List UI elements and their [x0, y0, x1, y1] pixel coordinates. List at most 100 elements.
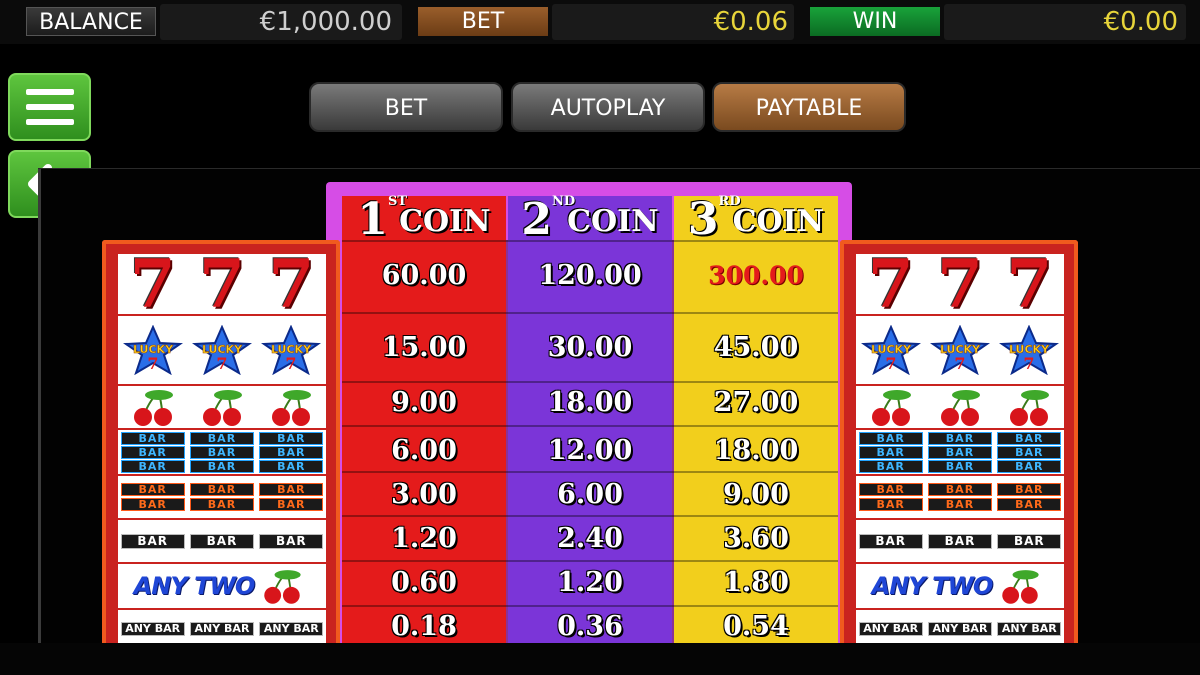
triple-bar-icon: BAR BAR BAR — [259, 431, 324, 473]
tab-paytable[interactable]: PAYTABLE — [712, 82, 906, 132]
payout-cell: 3.60 — [723, 522, 789, 554]
double-bar-icon: BAR BAR — [858, 483, 923, 511]
single-bar-symbol: BAR BAR BAR — [118, 520, 326, 564]
single-bar-icon: BAR — [259, 533, 324, 549]
cherry-icon — [940, 390, 980, 426]
header-coin2: 2 ND COIN — [508, 194, 672, 242]
double-bar-icon: BAR BAR — [120, 483, 185, 511]
svg-text:7: 7 — [216, 354, 227, 373]
payout-cell: 0.54 — [723, 610, 789, 642]
payout-cell: 1.80 — [723, 566, 789, 598]
payout-cell: 15.00 — [381, 331, 467, 363]
any-two-cherries-symbol: ANY TWO — [118, 564, 326, 610]
double-bar-icon: BAR BAR — [997, 483, 1062, 511]
payout-cell: 30.00 — [547, 331, 633, 363]
header-coin1-word: COIN — [399, 204, 491, 239]
lucky-star-icon: LUCKY 7 — [122, 325, 184, 375]
any-bar-icon: ANY BAR — [189, 622, 254, 636]
seven-icon: 7 — [867, 245, 914, 323]
any-two-label: ANY TWO — [133, 572, 256, 600]
triple-seven-symbol: 7 7 7 — [118, 245, 326, 323]
double-bar-icon: BAR BAR — [259, 483, 324, 511]
payout-cell: 0.60 — [391, 566, 457, 598]
bottom-strip — [0, 643, 1200, 675]
any-two-label: ANY TWO — [871, 572, 994, 600]
lucky-star-icon: LUCKY 7 — [998, 325, 1060, 375]
single-bar-icon: BAR — [120, 533, 185, 549]
lucky-seven-symbol: LUCKY 7 LUCKY 7 LUCKY 7 — [118, 316, 326, 386]
any-bar-icon: ANY BAR — [997, 622, 1062, 636]
cherry-icon — [202, 390, 242, 426]
double-bar-icon: BAR BAR — [927, 483, 992, 511]
lucky-star-icon: LUCKY 7 — [191, 325, 253, 375]
payout-cell: 60.00 — [381, 259, 467, 291]
svg-text:7: 7 — [885, 354, 896, 373]
header-coin1: 1 ST COIN — [342, 194, 506, 242]
tab-bet[interactable]: BET — [309, 82, 503, 132]
single-bar-icon: BAR — [189, 533, 254, 549]
lucky-star-icon: LUCKY 7 — [860, 325, 922, 375]
payout-cell: 3.00 — [391, 478, 457, 510]
payout-cell: 0.36 — [557, 610, 623, 642]
payout-cell: 12.00 — [547, 434, 633, 466]
payout-cell: 1.20 — [557, 566, 623, 598]
grid-line — [342, 515, 838, 517]
win-label: WIN — [810, 7, 940, 36]
cherry-icon — [272, 390, 312, 426]
seven-icon: 7 — [199, 245, 245, 323]
header-coin3: 3 RD COIN — [674, 194, 838, 245]
lucky-seven-symbol: LUCKY 7 LUCKY 7 LUCKY 7 — [856, 316, 1064, 386]
cherry-icon — [1002, 570, 1039, 604]
svg-text:7: 7 — [954, 354, 965, 373]
header-coin3-num: 3 — [687, 194, 719, 245]
grid-line — [342, 425, 838, 427]
top-bar: BALANCE €1,000.00 BET €0.06 WIN €0.00 — [0, 0, 1200, 44]
cherry-icon — [264, 570, 301, 604]
triple-bar-symbol: BAR BAR BAR BAR BAR BAR BAR BAR BAR — [118, 430, 326, 476]
lucky-star-icon: LUCKY 7 — [260, 325, 322, 375]
win-value: €0.00 — [944, 4, 1186, 40]
double-bar-icon: BAR BAR — [189, 483, 254, 511]
payout-cell: 2.40 — [557, 522, 623, 554]
scroll-edge — [38, 169, 41, 644]
seven-icon: 7 — [129, 245, 176, 323]
payout-cell: 300.00 — [708, 260, 804, 290]
seven-icon: 7 — [937, 245, 983, 323]
grid-line — [342, 312, 838, 314]
payout-cell: 6.00 — [391, 434, 457, 466]
double-bar-symbol: BAR BAR BAR BAR BAR BAR — [856, 476, 1064, 520]
triple-seven-symbol: 7 7 7 — [856, 245, 1064, 323]
triple-bar-icon: BAR BAR BAR — [927, 431, 992, 473]
header-coin3-word: COIN — [732, 204, 825, 239]
payout-cell: 120.00 — [538, 259, 642, 291]
symbol-column-right: 7 7 7 LUCKY 7 LUCKY 7 LUCKY 7 BAR BAR BAR BAR… — [840, 240, 1078, 650]
svg-text:7: 7 — [1024, 354, 1035, 373]
bet-value: €0.06 — [552, 4, 794, 40]
triple-bar-symbol: BAR BAR BAR BAR BAR BAR BAR BAR BAR — [856, 430, 1064, 476]
tab-autoplay[interactable]: AUTOPLAY — [511, 82, 705, 132]
any-bar-icon: ANY BAR — [259, 622, 324, 636]
single-bar-symbol: BAR BAR BAR — [856, 520, 1064, 564]
triple-bar-icon: BAR BAR BAR — [997, 431, 1062, 473]
svg-text:7: 7 — [286, 354, 297, 373]
any-bar-icon: ANY BAR — [858, 622, 923, 636]
payout-cell: 18.00 — [547, 386, 633, 418]
payout-cell: 0.18 — [391, 610, 457, 642]
svg-text:7: 7 — [147, 354, 158, 373]
payout-cell: 1.20 — [391, 522, 457, 554]
any-bar-icon: ANY BAR — [927, 622, 992, 636]
cherries-symbol — [118, 386, 326, 430]
hamburger-menu-icon — [25, 89, 74, 125]
lucky-star-icon: LUCKY 7 — [929, 325, 991, 375]
payout-cell: 6.00 — [557, 478, 623, 510]
payout-cell: 9.00 — [723, 478, 789, 510]
payout-cell: 27.00 — [713, 386, 799, 418]
menu-button[interactable] — [8, 73, 91, 141]
balance-label: BALANCE — [26, 7, 156, 36]
single-bar-icon: BAR — [997, 533, 1062, 549]
triple-bar-icon: BAR BAR BAR — [120, 431, 185, 473]
cherry-icon — [133, 390, 173, 426]
seven-icon: 7 — [1006, 245, 1053, 323]
cherry-icon — [871, 390, 911, 426]
triple-bar-icon: BAR BAR BAR — [189, 431, 254, 473]
